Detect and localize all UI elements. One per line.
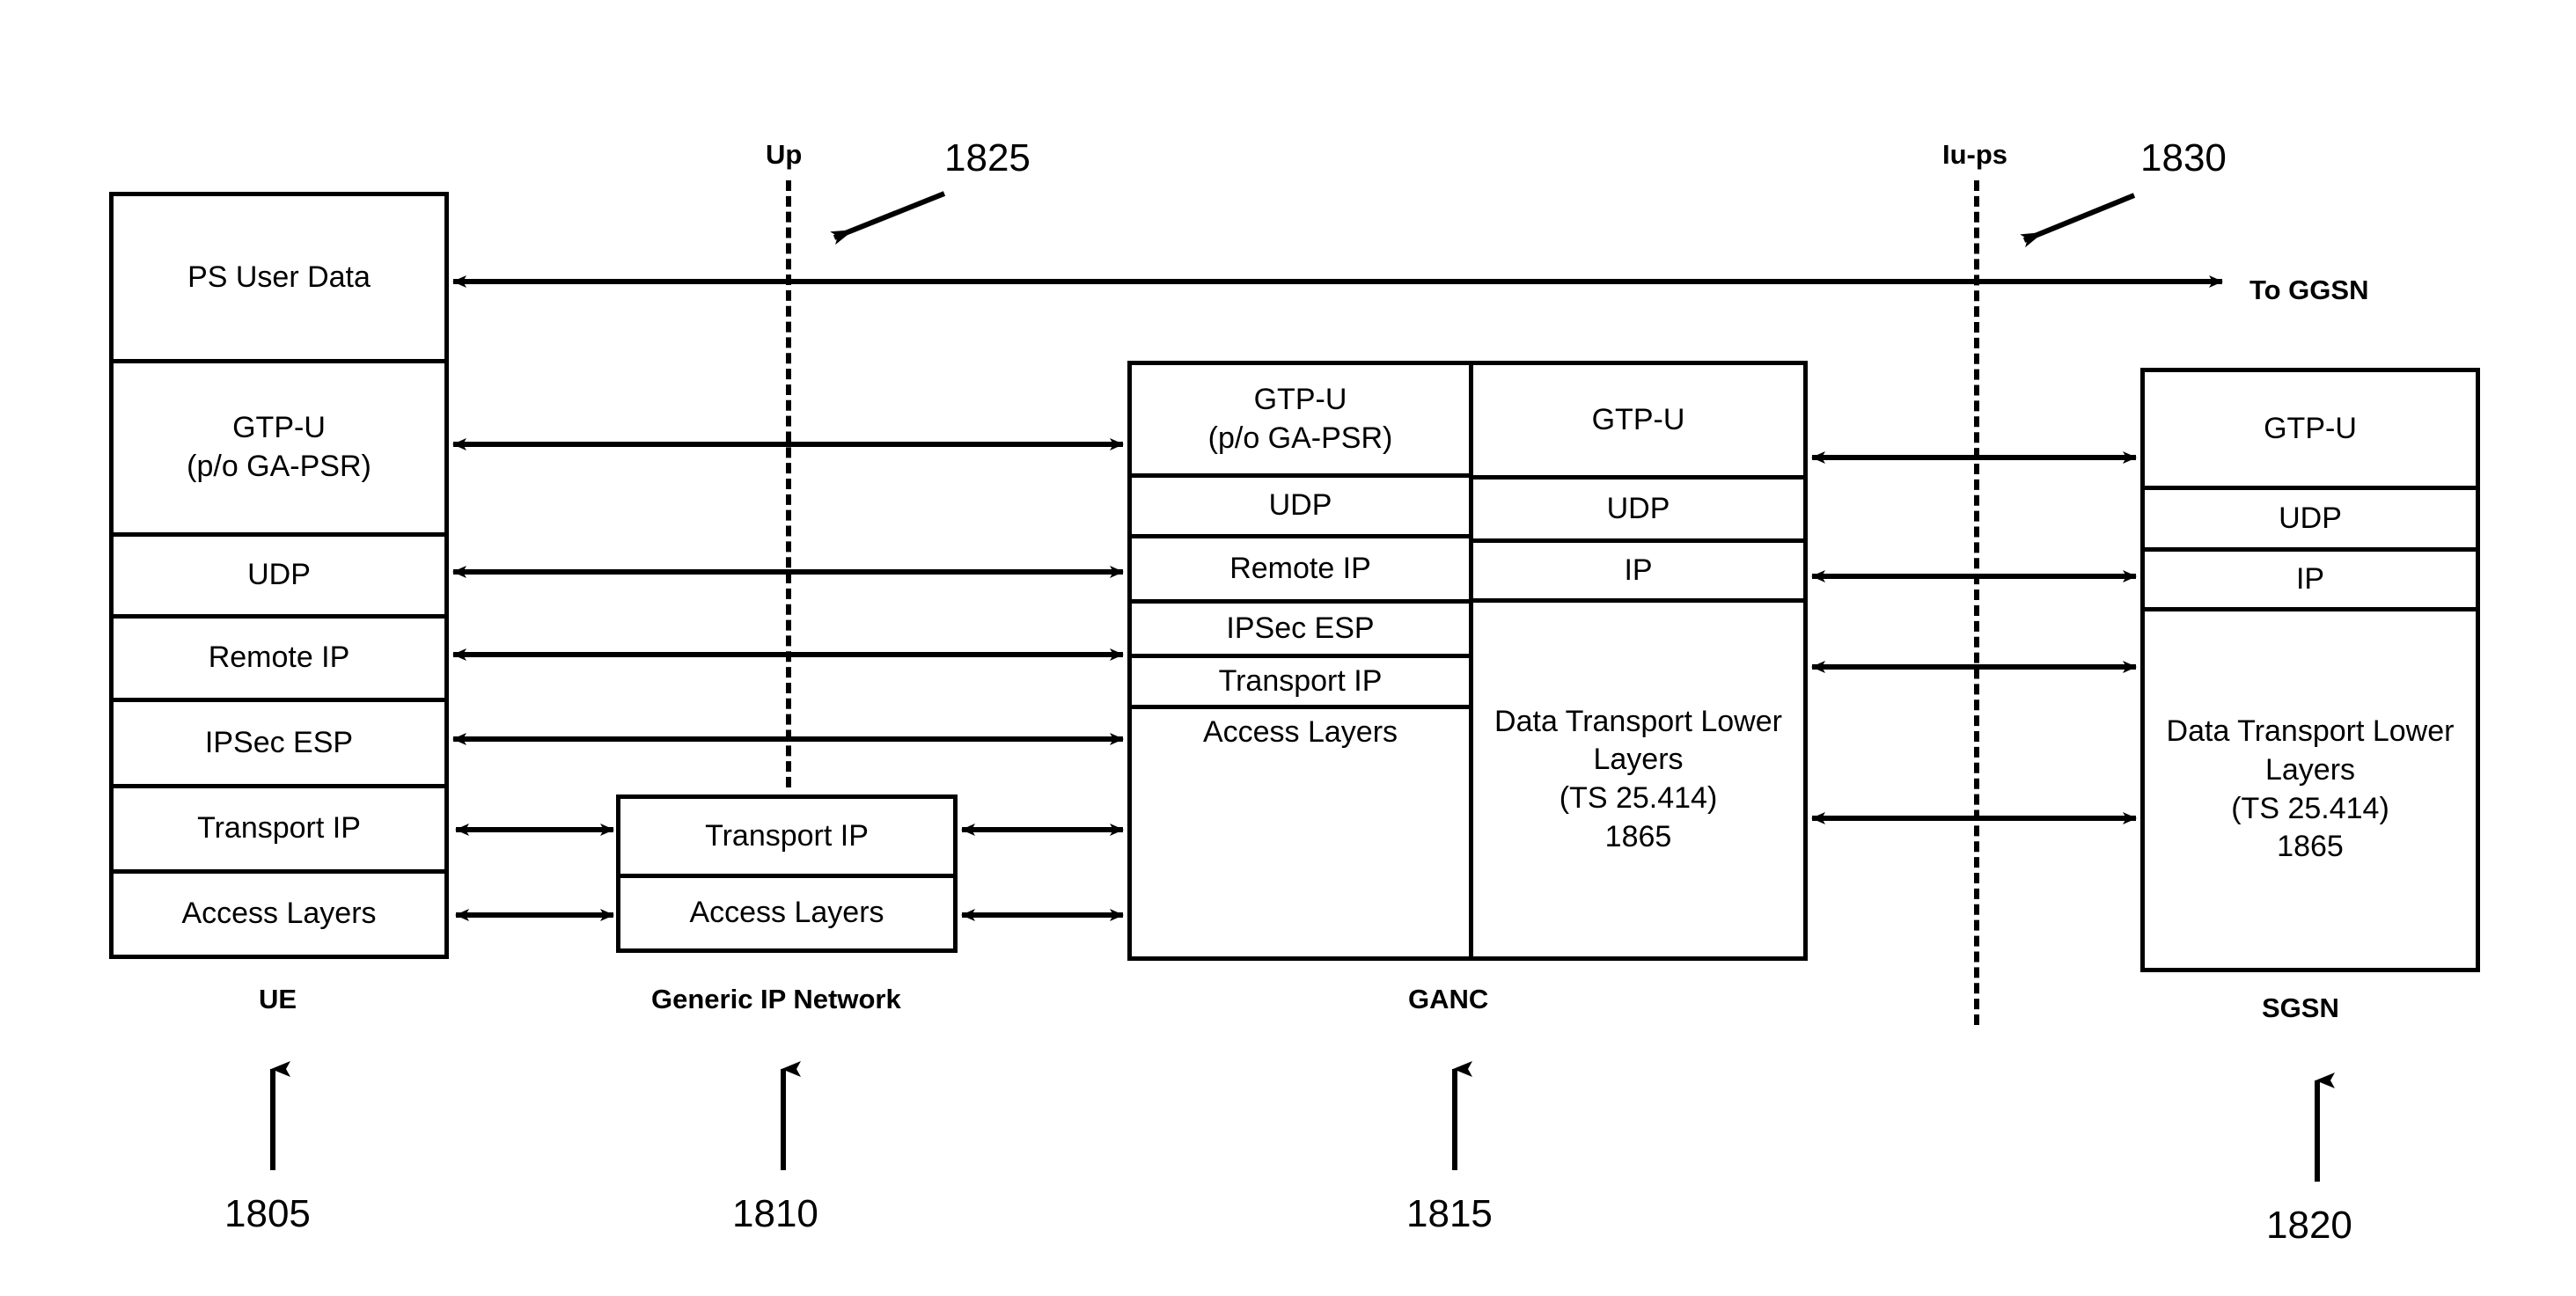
ue-layer-remote-ip: Remote IP (114, 614, 444, 698)
ue-node-label: UE (259, 984, 297, 1014)
callout-leader-1830 (2020, 193, 2136, 248)
up-interface-label: Up (766, 139, 803, 170)
ganc-right-layer-data-transport-lower-layers: Data Transport Lower Layers (TS 25.414) … (1473, 598, 1803, 956)
sgsn-layer-data-transport-lower-layers: Data Transport Lower Layers (TS 25.414) … (2145, 607, 2476, 968)
ue-layer-gtp-u: GTP-U (p/o GA-PSR) (114, 359, 444, 532)
iu-ps-interface-dashed-line (1974, 180, 1979, 1025)
generic-ip-network-node-label: Generic IP Network (651, 984, 901, 1014)
gipn-layer-transport-ip: Transport IP (620, 799, 953, 874)
sgsn-layer-ip: IP (2145, 547, 2476, 607)
sgsn-node-label: SGSN (2262, 992, 2339, 1023)
ganc-ref-number: 1815 (1406, 1192, 1493, 1235)
ganc-node-label: GANC (1408, 984, 1489, 1014)
ue-layer-ps-user-data: PS User Data (114, 196, 444, 359)
ganc-left-layer-gtp-u: GTP-U (p/o GA-PSR) (1132, 365, 1469, 473)
ganc-left-layer-remote-ip: Remote IP (1132, 534, 1469, 599)
sgsn-protocol-stack: GTP-U UDP IP Data Transport Lower Layers… (2140, 368, 2480, 972)
ganc-right-layer-udp: UDP (1473, 475, 1803, 538)
ganc-left-layer-ipsec-esp: IPSec ESP (1132, 599, 1469, 654)
ue-layer-udp: UDP (114, 532, 444, 614)
ganc-left-layer-access-layers: Access Layers (1132, 705, 1469, 756)
up-interface-dashed-line (786, 180, 791, 787)
ganc-right-layer-gtp-u: GTP-U (1473, 365, 1803, 475)
ganc-protocol-stack: GTP-U (p/o GA-PSR) UDP Remote IP IPSec E… (1127, 361, 1808, 961)
ue-layer-ipsec-esp: IPSec ESP (114, 698, 444, 784)
ue-layer-access-layers: Access Layers (114, 869, 444, 955)
ganc-left-layer-udp: UDP (1132, 473, 1469, 534)
to-ggsn-label: To GGSN (2249, 275, 2369, 305)
generic-ip-network-ref-number: 1810 (732, 1192, 818, 1235)
ganc-left-layer-transport-ip: Transport IP (1132, 654, 1469, 705)
sgsn-ref-number: 1820 (2266, 1204, 2352, 1247)
ue-ref-number: 1805 (224, 1192, 311, 1235)
ganc-right-layer-ip: IP (1473, 538, 1803, 598)
sgsn-layer-udp: UDP (2145, 486, 2476, 547)
ue-protocol-stack: PS User Data GTP-U (p/o GA-PSR) UDP Remo… (109, 192, 449, 959)
generic-ip-network-stack: Transport IP Access Layers (616, 794, 958, 953)
callout-label-1825: 1825 (944, 136, 1031, 179)
gipn-layer-access-layers: Access Layers (620, 874, 953, 948)
patent-figure-canvas: Up Iu-ps 1825 1830 To GGSN PS User Data … (0, 0, 2576, 1296)
callout-label-1830: 1830 (2140, 136, 2227, 179)
callout-leader-1825 (830, 191, 946, 245)
iu-ps-interface-label: Iu-ps (1942, 139, 2008, 170)
ue-layer-transport-ip: Transport IP (114, 784, 444, 869)
sgsn-layer-gtp-u: GTP-U (2145, 372, 2476, 486)
